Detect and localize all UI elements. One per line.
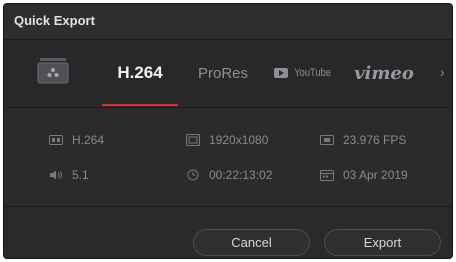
codec-value: H.264 <box>72 133 105 147</box>
export-preset-tabs: H.264 ProRes YouTube vimeo › <box>4 40 452 106</box>
export-info-panel: H.264 5.1 1920x1080 00:22:13:02 23.976 F… <box>4 107 452 207</box>
audio-value: 5.1 <box>72 168 89 182</box>
audio-info: 5.1 <box>49 168 89 182</box>
framerate-info: 23.976 FPS <box>320 133 406 147</box>
title-bar: Quick Export <box>4 4 452 40</box>
clock-icon <box>187 169 199 181</box>
framerate-value: 23.976 FPS <box>343 133 407 147</box>
dialog-title: Quick Export <box>14 13 95 28</box>
selected-tab-indicator <box>102 104 178 106</box>
tab-h264[interactable]: H.264 <box>98 40 182 106</box>
duration-value: 00:22:13:02 <box>209 168 273 182</box>
date-info: 03 Apr 2019 <box>320 168 408 182</box>
resolution-value: 1920x1080 <box>209 133 269 147</box>
cancel-button[interactable]: Cancel <box>193 229 310 256</box>
tab-prores[interactable]: ProRes <box>188 40 258 106</box>
dialog-footer: Cancel Export <box>4 207 452 258</box>
codec-icon <box>49 135 63 145</box>
resolution-info: 1920x1080 <box>186 133 268 147</box>
duration-info: 00:22:13:02 <box>186 168 272 182</box>
date-value: 03 Apr 2019 <box>343 168 408 182</box>
tab-label: vimeo <box>354 62 414 84</box>
resolution-icon <box>186 134 200 146</box>
calendar-icon <box>320 170 334 181</box>
chevron-right-icon[interactable]: › <box>440 64 452 80</box>
quick-export-dialog: Quick Export H.264 ProRes YouTube vimeo <box>3 3 453 259</box>
film-icon <box>320 135 334 145</box>
speaker-icon <box>50 170 62 180</box>
youtube-play-icon <box>273 68 288 78</box>
codec-info: H.264 <box>49 133 104 147</box>
export-button[interactable]: Export <box>324 229 441 256</box>
tab-youtube[interactable]: YouTube <box>268 40 340 106</box>
tab-label: YouTube <box>294 67 331 79</box>
tab-label: H.264 <box>117 63 163 82</box>
render-preset-icon[interactable] <box>37 56 69 84</box>
tab-vimeo[interactable]: vimeo <box>346 40 422 106</box>
tab-label: ProRes <box>197 64 249 82</box>
